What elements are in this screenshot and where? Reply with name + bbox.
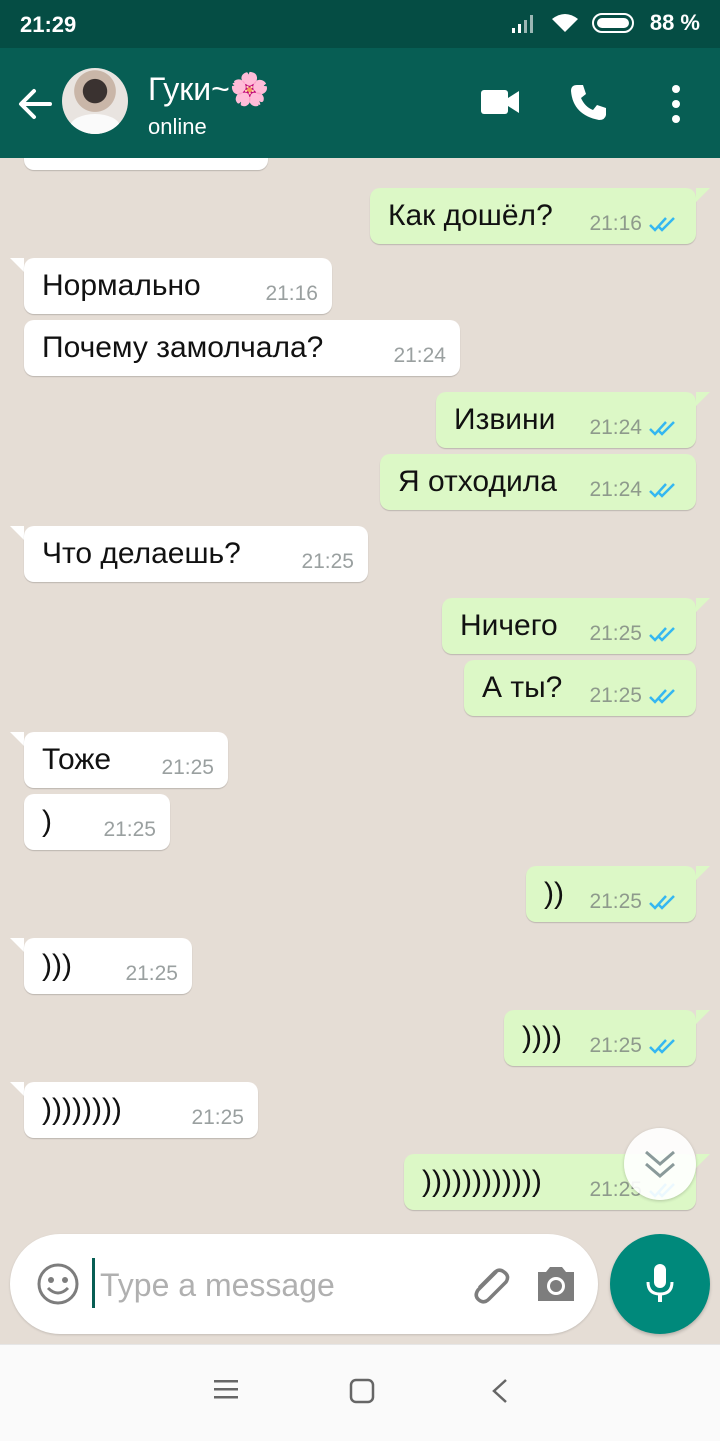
message-bubble-outgoing[interactable]: А ты? 21:25 xyxy=(464,660,696,716)
back-arrow-icon[interactable] xyxy=(14,86,54,122)
mic-button[interactable] xyxy=(610,1234,710,1334)
camera-icon[interactable] xyxy=(534,1264,578,1304)
read-receipt-icon xyxy=(649,689,675,704)
message-text: Нормально xyxy=(42,269,201,302)
message-bubble-incoming[interactable]: ))) 21:25 xyxy=(24,938,192,994)
message-text: Почему замолчала? xyxy=(42,331,324,364)
phone-icon[interactable] xyxy=(568,82,608,122)
read-receipt-icon xyxy=(649,895,675,910)
read-receipt-icon xyxy=(649,421,675,436)
read-receipt-icon xyxy=(649,217,675,232)
message-time: 21:25 xyxy=(301,550,354,573)
signal-icon xyxy=(511,15,533,33)
contact-avatar[interactable] xyxy=(62,68,128,134)
read-receipt-icon xyxy=(649,483,675,498)
message-bubble-outgoing[interactable]: Как дошёл? 21:16 xyxy=(370,188,696,244)
battery-percent: 88 % xyxy=(649,10,700,35)
wifi-icon xyxy=(551,14,578,32)
message-time: 21:25 xyxy=(191,1106,244,1129)
battery-icon xyxy=(591,13,634,33)
message-time: 21:16 xyxy=(265,282,318,305)
message-bubble-outgoing[interactable]: Ничего 21:25 xyxy=(442,598,696,654)
message-text: ) xyxy=(42,805,52,838)
message-text: )))))))))))) xyxy=(422,1165,542,1198)
menu-icon[interactable] xyxy=(212,1377,240,1401)
message-time: 21:25 xyxy=(161,756,214,779)
message-bubble-outgoing[interactable]: Извини 21:24 xyxy=(436,392,696,448)
message-time: 21:25 xyxy=(589,622,642,645)
message-text: ))) xyxy=(42,949,72,982)
message-bubble-outgoing[interactable]: )) 21:25 xyxy=(526,866,696,922)
message-bubble-incoming[interactable]: Что делаешь? 21:25 xyxy=(24,526,368,582)
message-text: )))))))) xyxy=(42,1093,122,1126)
message-bubble-outgoing[interactable]: Я отходила 21:24 xyxy=(380,454,696,510)
mic-icon xyxy=(646,1264,674,1302)
chat-header: Гуки~🌸 online xyxy=(0,48,720,158)
message-time: 21:25 xyxy=(589,684,642,707)
message-bubble-incoming[interactable]: Нормально 21:16 xyxy=(24,258,332,314)
status-bar: 21:29 88 % xyxy=(0,0,720,48)
text-caret xyxy=(92,1258,95,1308)
scroll-to-bottom-button[interactable] xyxy=(624,1128,696,1200)
message-text: Как дошёл? xyxy=(388,199,553,232)
message-text: А ты? xyxy=(482,671,563,704)
message-time: 21:24 xyxy=(589,478,642,501)
message-bubble-incoming[interactable]: Почему замолчала? 21:24 xyxy=(24,320,460,376)
video-call-icon[interactable] xyxy=(480,88,520,116)
message-text: )))) xyxy=(522,1021,562,1054)
message-time: 21:16 xyxy=(589,212,642,235)
message-time: 21:24 xyxy=(393,344,446,367)
message-time: 21:25 xyxy=(589,1034,642,1057)
message-list[interactable]: Как дошёл? 21:16 Нормально 21:16 Почему … xyxy=(0,158,720,1240)
emoji-icon[interactable] xyxy=(36,1262,80,1306)
message-bubble-incoming[interactable]: Тоже 21:25 xyxy=(24,732,228,788)
message-text: )) xyxy=(544,877,564,910)
system-nav-bar xyxy=(0,1344,720,1441)
contact-status: online xyxy=(148,114,207,139)
read-receipt-icon xyxy=(649,627,675,642)
message-time: 21:25 xyxy=(103,818,156,841)
back-nav-icon[interactable] xyxy=(488,1377,512,1405)
chevron-double-down-icon xyxy=(645,1150,675,1178)
message-composer xyxy=(10,1234,598,1334)
message-input[interactable] xyxy=(98,1256,462,1314)
more-vert-icon[interactable] xyxy=(668,84,684,124)
message-time: 21:25 xyxy=(589,890,642,913)
message-text: Тоже xyxy=(42,743,112,776)
paperclip-icon[interactable] xyxy=(466,1262,514,1310)
message-bubble-incoming[interactable]: ) 21:25 xyxy=(24,794,170,850)
message-bubble-incoming[interactable] xyxy=(24,158,268,170)
message-text: Я отходила xyxy=(398,465,557,498)
message-bubble-incoming[interactable]: )))))))) 21:25 xyxy=(24,1082,258,1138)
status-right: 88 % xyxy=(510,10,700,36)
message-text: Ничего xyxy=(460,609,558,642)
home-icon[interactable] xyxy=(348,1377,376,1405)
read-receipt-icon xyxy=(649,1039,675,1054)
contact-name[interactable]: Гуки~🌸 xyxy=(148,70,270,108)
message-bubble-outgoing[interactable]: )))) 21:25 xyxy=(504,1010,696,1066)
message-text: Что делаешь? xyxy=(42,537,241,570)
message-text: Извини xyxy=(454,403,556,436)
message-time: 21:24 xyxy=(589,416,642,439)
message-time: 21:25 xyxy=(125,962,178,985)
status-time: 21:29 xyxy=(20,12,77,37)
